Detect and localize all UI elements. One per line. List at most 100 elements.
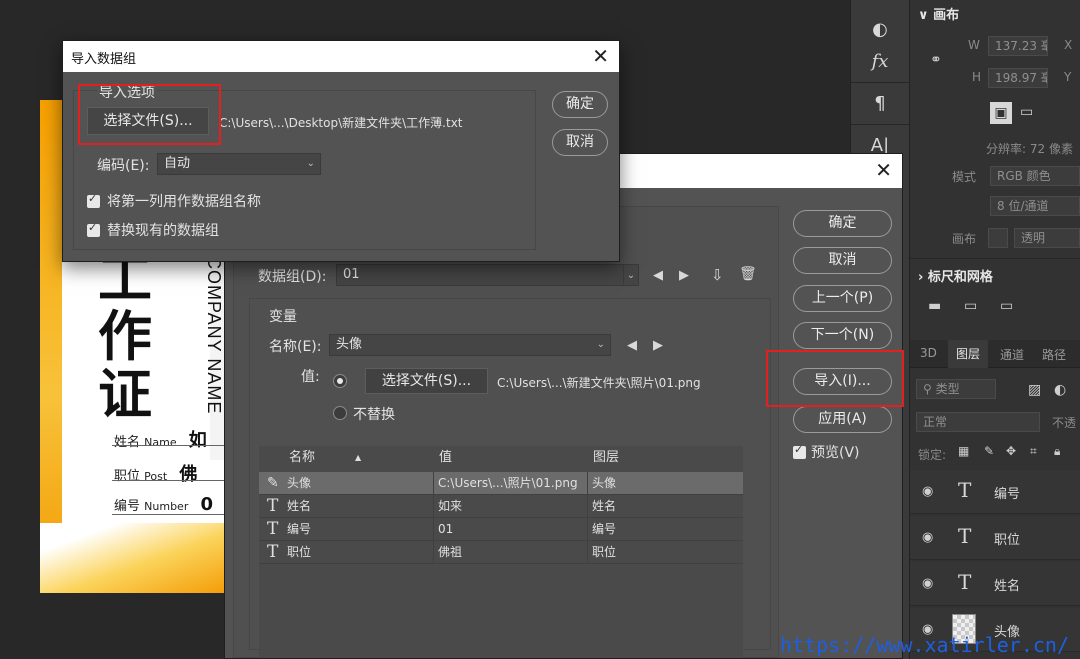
chevron-down-icon: ∨ xyxy=(918,8,934,23)
card-field-label: 职位 xyxy=(114,469,141,484)
table-row[interactable]: ✎ 头像 C:\Users\...\照片\01.png 头像 xyxy=(259,472,743,495)
column-header-layer[interactable]: 图层 xyxy=(593,446,619,470)
table-row[interactable]: T 编号 01 编号 xyxy=(259,518,743,541)
adjustments-icon[interactable]: ◐ xyxy=(863,12,897,46)
close-icon[interactable]: ✕ xyxy=(875,159,892,181)
blend-mode-select[interactable]: 正常 xyxy=(916,412,1040,432)
import-dialog-titlebar[interactable]: 导入数据组 ✕ xyxy=(63,41,619,72)
replace-datasets-checkbox[interactable] xyxy=(87,221,100,237)
layer-row[interactable]: ◉ T 职位 xyxy=(910,516,1080,560)
column-header-name[interactable]: 名称 xyxy=(289,446,315,470)
chevron-right-icon: › xyxy=(918,270,928,285)
preview-checkbox[interactable] xyxy=(793,443,806,459)
table-cell-name: 头像 xyxy=(287,476,312,490)
image-variable-icon: ✎ xyxy=(267,475,279,491)
tab-3d[interactable]: 3D xyxy=(920,346,937,360)
height-field[interactable]: 198.97 毫 xyxy=(988,68,1048,88)
fill-select[interactable]: 透明 xyxy=(1014,228,1080,248)
fill-color-swatch[interactable] xyxy=(988,228,1008,248)
width-label: W xyxy=(968,38,980,52)
resolution-text: 分辨率: 72 像素 xyxy=(986,142,1073,156)
layer-filter-select[interactable]: ⚲ 类型 xyxy=(916,379,996,399)
canvas-section-label: 画布 xyxy=(933,8,960,23)
first-column-checkbox[interactable] xyxy=(87,192,100,208)
column-header-value[interactable]: 值 xyxy=(439,446,452,470)
next-dataset-icon[interactable]: ▶ xyxy=(679,268,689,283)
eye-icon[interactable]: ◉ xyxy=(922,484,933,499)
adjustment-filter-icon[interactable]: ◐ xyxy=(1054,382,1066,398)
card-field-name: 姓名 Name 如 xyxy=(114,426,207,452)
replace-with-file-radio[interactable] xyxy=(333,374,347,388)
encoding-select[interactable]: 自动 ⌄ xyxy=(157,153,321,175)
encoding-label: 编码(E): xyxy=(97,158,150,174)
lock-move-icon[interactable]: ✥ xyxy=(1006,444,1016,458)
width-field[interactable]: 137.23 毫 xyxy=(988,36,1048,56)
canvas-section-title[interactable]: ∨ 画布 xyxy=(918,4,959,23)
layer-row[interactable]: ◉ T 编号 xyxy=(910,470,1080,514)
value-label: 值: xyxy=(301,369,320,385)
next-variable-icon[interactable]: ▶ xyxy=(653,338,663,353)
chevron-down-icon: ⌄ xyxy=(306,158,315,169)
encoding-value: 自动 xyxy=(164,156,191,171)
portrait-orientation-icon[interactable]: ▣ xyxy=(990,102,1012,124)
highlight-box-choose-file xyxy=(78,84,221,145)
variable-name-value: 头像 xyxy=(336,337,363,352)
layer-row[interactable]: ◉ T 姓名 xyxy=(910,562,1080,606)
table-row[interactable]: T 职位 佛祖 职位 xyxy=(259,541,743,564)
card-field-label: 编号 xyxy=(114,499,141,514)
no-replace-radio[interactable] xyxy=(333,406,347,420)
layers-tab-bar: 3D 图层 通道 路径 xyxy=(910,340,1080,368)
choose-image-file-button[interactable]: 选择文件(S)... xyxy=(365,368,488,394)
eye-icon[interactable]: ◉ xyxy=(922,530,933,545)
tab-paths[interactable]: 路径 xyxy=(1042,346,1066,363)
ok-button[interactable]: 确定 xyxy=(793,210,892,237)
dataset-select[interactable]: 01 xyxy=(336,264,639,286)
layer-name: 编号 xyxy=(994,487,1021,502)
bit-depth-select[interactable]: 8 位/通道 xyxy=(990,196,1080,216)
paragraph-styles-icon[interactable]: ¶ xyxy=(863,86,897,120)
layer-name: 姓名 xyxy=(994,579,1021,594)
save-dataset-icon[interactable]: ⇩ xyxy=(711,266,724,284)
lock-all-icon[interactable]: 🔒︎ xyxy=(1054,444,1060,459)
highlight-box-import xyxy=(766,350,904,407)
trash-icon[interactable]: 🗑︎ xyxy=(739,266,757,282)
previous-variable-icon[interactable]: ◀ xyxy=(627,338,637,353)
link-icon[interactable]: ⚭ xyxy=(930,52,942,68)
next-button[interactable]: 下一个(N) xyxy=(793,322,892,349)
apply-button[interactable]: 应用(A) xyxy=(793,406,892,433)
card-divider xyxy=(112,445,230,446)
fill-label: 画布 xyxy=(952,232,977,246)
text-variable-icon: T xyxy=(267,542,279,562)
previous-button[interactable]: 上一个(P) xyxy=(793,285,892,312)
variable-name-select[interactable]: 头像 ⌄ xyxy=(329,334,611,356)
ruler-icon[interactable]: ▬ xyxy=(928,298,941,314)
import-cancel-button[interactable]: 取消 xyxy=(552,129,608,156)
guides-icon[interactable]: ▭ xyxy=(1000,298,1013,314)
lock-pixels-icon[interactable]: ▦ xyxy=(958,444,969,458)
mode-select[interactable]: RGB 颜色 xyxy=(990,166,1080,186)
tab-layers[interactable]: 图层 xyxy=(948,340,989,368)
lock-brush-icon[interactable]: ✎ xyxy=(984,444,994,458)
card-bottom-decoration xyxy=(40,523,240,593)
table-row[interactable]: T 姓名 如来 姓名 xyxy=(259,495,743,518)
card-field-value: 如 xyxy=(188,430,207,451)
lock-artboard-icon[interactable]: ⌗ xyxy=(1030,444,1037,459)
eye-icon[interactable]: ◉ xyxy=(922,576,933,591)
close-icon[interactable]: ✕ xyxy=(592,44,609,68)
table-cell-value: 如来 xyxy=(433,495,462,518)
table-cell-layer: 姓名 xyxy=(587,495,616,518)
table-cell-value: 01 xyxy=(433,518,453,541)
grid-icon[interactable]: ▭ xyxy=(964,298,977,314)
divider xyxy=(910,258,1080,259)
image-filter-icon[interactable]: ▨ xyxy=(1028,382,1041,398)
import-ok-button[interactable]: 确定 xyxy=(552,91,608,118)
landscape-orientation-icon[interactable]: ▭ xyxy=(1020,104,1033,120)
styles-fx-icon[interactable]: fx xyxy=(863,44,897,78)
tab-channels[interactable]: 通道 xyxy=(1000,346,1024,363)
cancel-button[interactable]: 取消 xyxy=(793,247,892,274)
previous-dataset-icon[interactable]: ◀ xyxy=(653,268,663,283)
card-field-label-en: Name xyxy=(144,436,177,449)
dataset-dropdown-toggle[interactable]: ⌄ xyxy=(623,264,639,286)
rulers-section-title[interactable]: › 标尺和网格 xyxy=(918,266,993,285)
table-cell-layer: 头像 xyxy=(587,472,616,495)
